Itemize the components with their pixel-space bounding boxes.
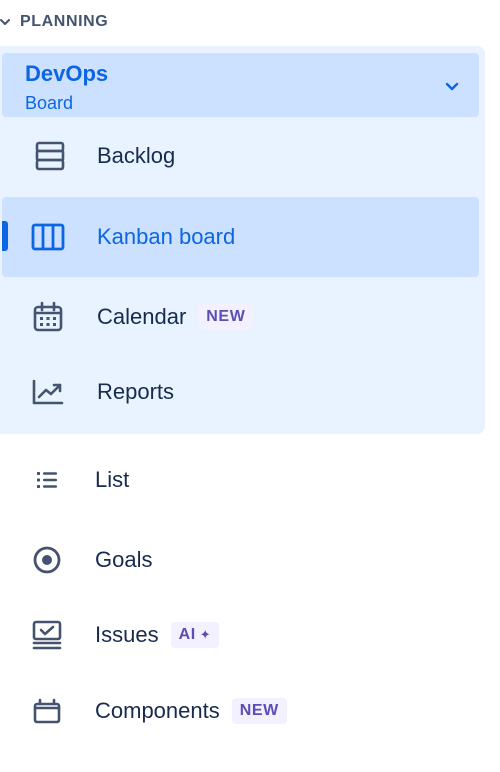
nav-item-components[interactable]: Components NEW xyxy=(0,671,485,751)
sidebar-planning: PLANNING DevOps Board Backlog Kanban boa… xyxy=(0,0,500,772)
issues-icon xyxy=(30,618,64,652)
nav-item-backlog[interactable]: Backlog xyxy=(2,116,479,196)
chart-trend-icon xyxy=(31,375,65,409)
nav-item-kanban-board[interactable]: Kanban board xyxy=(2,197,479,277)
nav-item-list[interactable]: List xyxy=(0,440,485,520)
selected-indicator xyxy=(2,221,8,251)
nav-item-content: Components NEW xyxy=(95,698,287,724)
nav-item-issues[interactable]: Issues AI ✦ xyxy=(0,595,485,675)
ai-badge: AI ✦ xyxy=(170,622,220,648)
chevron-down-icon xyxy=(0,15,12,29)
nav-item-label: List xyxy=(95,467,130,492)
nav-item-calendar[interactable]: Calendar NEW xyxy=(2,277,479,357)
sparkle-icon: ✦ xyxy=(199,627,212,642)
devops-board-header[interactable]: DevOps Board xyxy=(2,53,479,117)
new-badge: NEW xyxy=(198,304,254,330)
planning-section-header[interactable]: PLANNING xyxy=(0,8,108,36)
board-subtitle: Board xyxy=(25,93,74,113)
nav-item-label: Goals xyxy=(95,547,153,572)
nav-item-label: Components xyxy=(95,698,220,723)
nav-item-label: Issues xyxy=(95,622,159,647)
components-icon xyxy=(30,694,64,728)
target-icon xyxy=(30,543,64,577)
nav-item-label: Backlog xyxy=(97,143,176,168)
backlog-icon xyxy=(33,139,67,173)
columns-icon xyxy=(31,220,65,254)
list-icon xyxy=(30,463,64,497)
section-label: PLANNING xyxy=(20,13,109,30)
nav-item-label: Reports xyxy=(97,379,175,404)
new-badge: NEW xyxy=(231,698,287,724)
nav-item-content: Issues AI ✦ xyxy=(95,622,220,648)
nav-item-goals[interactable]: Goals xyxy=(0,520,485,600)
nav-item-content: Calendar NEW xyxy=(97,304,254,330)
nav-item-label: Calendar xyxy=(97,304,187,329)
board-title: DevOps xyxy=(25,61,109,86)
ai-badge-label: AI xyxy=(178,626,196,643)
nav-item-label: Kanban board xyxy=(97,224,236,249)
chevron-down-icon xyxy=(443,77,461,95)
calendar-icon xyxy=(31,300,65,334)
nav-item-reports[interactable]: Reports xyxy=(2,352,479,432)
